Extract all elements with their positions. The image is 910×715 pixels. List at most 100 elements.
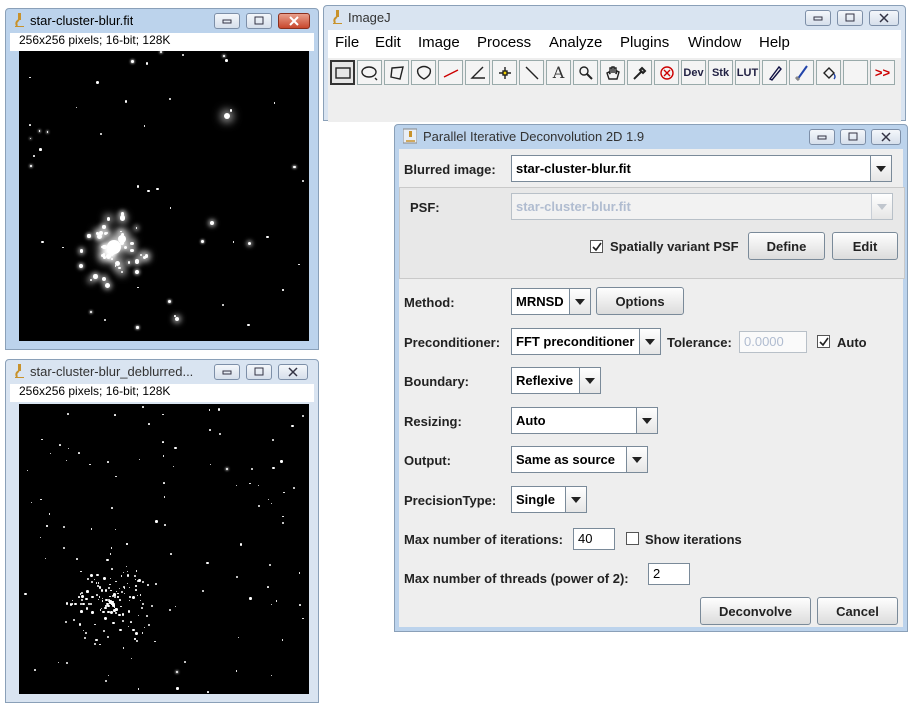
- maximize-button[interactable]: [840, 129, 866, 145]
- star-point: [114, 595, 117, 598]
- star-point: [169, 553, 172, 555]
- star-point: [257, 504, 261, 508]
- dropdown-arrow[interactable]: [569, 289, 590, 314]
- menu-plugins[interactable]: Plugins: [620, 34, 669, 51]
- minimize-button[interactable]: [809, 129, 835, 145]
- star-point: [82, 602, 85, 606]
- imagej-main-window[interactable]: ImageJ File Edit Image Process Analyze P…: [323, 5, 906, 122]
- dropdown-arrow[interactable]: [626, 447, 647, 472]
- menu-file[interactable]: File: [335, 34, 359, 51]
- boundary-select[interactable]: Reflexive: [511, 367, 601, 394]
- star-point: [229, 109, 233, 112]
- minimize-button[interactable]: [805, 10, 831, 26]
- cancel-button[interactable]: Cancel: [817, 597, 898, 625]
- lut-menu-tool[interactable]: LUT: [735, 60, 760, 85]
- preconditioner-select[interactable]: FFT preconditioner: [511, 328, 661, 355]
- color-picker-tool[interactable]: [627, 60, 652, 85]
- star-point: [24, 592, 27, 595]
- dev-menu-tool[interactable]: Dev: [681, 60, 706, 85]
- star-point: [114, 612, 117, 615]
- star-point: [75, 106, 77, 108]
- blurred-image-canvas[interactable]: [19, 51, 309, 341]
- dropdown-arrow[interactable]: [639, 329, 660, 354]
- tolerance-input[interactable]: 0.0000: [739, 331, 807, 353]
- dropdown-arrow[interactable]: [565, 487, 586, 512]
- stop-tool[interactable]: [654, 60, 679, 85]
- deblurred-image-window[interactable]: star-cluster-blur_deblurred... 256x256 p…: [5, 359, 319, 703]
- star-point: [101, 276, 106, 282]
- deconvolve-button[interactable]: Deconvolve: [700, 597, 811, 625]
- star-point: [96, 81, 99, 85]
- chevron-down-icon: [571, 496, 581, 503]
- rectangle-tool[interactable]: [330, 60, 355, 85]
- blurred-image-window[interactable]: star-cluster-blur.fit 256x256 pixels; 16…: [5, 8, 319, 350]
- blurred-image-select[interactable]: star-cluster-blur.fit: [511, 155, 892, 182]
- close-button[interactable]: [278, 364, 308, 380]
- point-tool[interactable]: [492, 60, 517, 85]
- psf-select[interactable]: star-cluster-blur.fit: [511, 193, 893, 220]
- angle-icon: [469, 66, 485, 79]
- freehand-tool[interactable]: [411, 60, 436, 85]
- threads-input[interactable]: 2: [648, 563, 690, 585]
- magnifier-tool[interactable]: [573, 60, 598, 85]
- polygon-tool[interactable]: [384, 60, 409, 85]
- star-point: [81, 598, 84, 601]
- options-button[interactable]: Options: [596, 287, 684, 315]
- star-point: [49, 453, 52, 455]
- angle-tool[interactable]: [465, 60, 490, 85]
- show-iterations-checkbox[interactable]: [626, 532, 639, 545]
- deblurred-image-canvas[interactable]: [19, 404, 309, 694]
- brush-tool[interactable]: [789, 60, 814, 85]
- define-button[interactable]: Define: [748, 232, 825, 260]
- star-point: [120, 230, 122, 233]
- dropdown-arrow[interactable]: [636, 408, 657, 433]
- oval-tool[interactable]: [357, 60, 382, 85]
- blurred-window-titlebar[interactable]: star-cluster-blur.fit: [6, 9, 318, 33]
- spatially-variant-checkbox[interactable]: [590, 240, 603, 253]
- iterations-input[interactable]: 40: [573, 528, 615, 550]
- close-button[interactable]: [869, 10, 899, 26]
- dropdown-arrow[interactable]: [579, 368, 600, 393]
- output-select[interactable]: Same as source: [511, 446, 648, 473]
- menu-window[interactable]: Window: [688, 34, 741, 51]
- star-point: [29, 138, 32, 140]
- method-select[interactable]: MRNSD: [511, 288, 591, 315]
- close-button[interactable]: [871, 129, 901, 145]
- dialog-titlebar[interactable]: Parallel Iterative Deconvolution 2D 1.9: [395, 125, 907, 149]
- empty-tool-slot: [843, 60, 868, 85]
- precision-select[interactable]: Single: [511, 486, 587, 513]
- menu-process[interactable]: Process: [477, 34, 531, 51]
- wand-tool[interactable]: [519, 60, 544, 85]
- more-tools-button[interactable]: >>: [870, 60, 895, 85]
- line-tool[interactable]: [438, 60, 463, 85]
- scroll-tool[interactable]: [600, 60, 625, 85]
- star-point: [119, 605, 122, 608]
- star-point: [63, 546, 66, 549]
- close-button[interactable]: [278, 13, 310, 29]
- menu-edit[interactable]: Edit: [375, 34, 401, 51]
- maximize-button[interactable]: [246, 364, 272, 380]
- deblurred-window-titlebar[interactable]: star-cluster-blur_deblurred...: [6, 360, 318, 384]
- star-point: [126, 570, 129, 573]
- menu-help[interactable]: Help: [759, 34, 790, 51]
- maximize-button[interactable]: [837, 10, 863, 26]
- dropdown-arrow[interactable]: [870, 156, 891, 181]
- menu-analyze[interactable]: Analyze: [549, 34, 602, 51]
- resizing-select[interactable]: Auto: [511, 407, 658, 434]
- imagej-titlebar[interactable]: ImageJ: [324, 6, 905, 30]
- minimize-button[interactable]: [214, 364, 240, 380]
- deconvolution-dialog[interactable]: Parallel Iterative Deconvolution 2D 1.9 …: [394, 124, 908, 632]
- edit-button[interactable]: Edit: [832, 232, 898, 260]
- auto-checkbox[interactable]: [817, 335, 830, 348]
- flood-fill-tool[interactable]: [816, 60, 841, 85]
- maximize-button[interactable]: [246, 13, 272, 29]
- stack-menu-tool[interactable]: Stk: [708, 60, 733, 85]
- text-tool[interactable]: A: [546, 60, 571, 85]
- star-point: [117, 592, 119, 595]
- pencil-tool[interactable]: [762, 60, 787, 85]
- star-point: [298, 572, 300, 574]
- star-point: [106, 217, 111, 221]
- minimize-button[interactable]: [214, 13, 240, 29]
- menu-image[interactable]: Image: [418, 34, 460, 51]
- dropdown-arrow[interactable]: [871, 194, 892, 219]
